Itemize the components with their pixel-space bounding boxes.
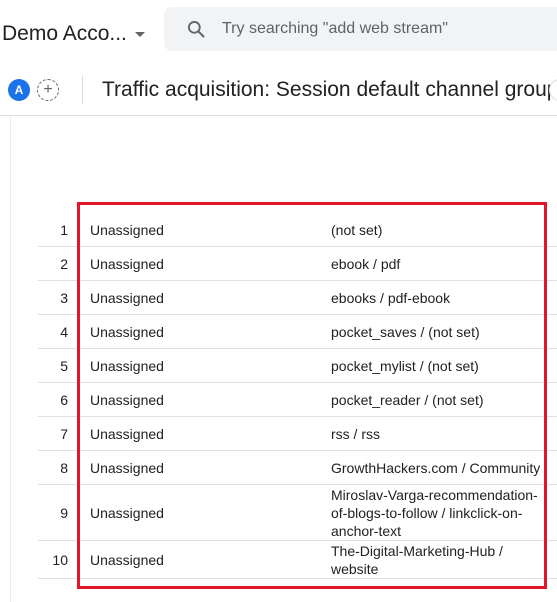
channel-cell: Unassigned [90,391,164,408]
row-index: 2 [60,255,68,272]
source-medium-cell: pocket_mylist / (not set) [331,357,479,374]
add-comparison-button[interactable]: + [37,79,59,101]
channel-cell: Unassigned [90,255,164,272]
table-row[interactable]: 4 Unassigned pocket_saves / (not set) [38,315,557,349]
table-row[interactable]: 8 Unassigned GrowthHackers.com / Communi… [38,451,557,485]
data-table: 1 Unassigned (not set) 2 Unassigned eboo… [38,213,557,579]
channel-cell: Unassigned [90,459,164,476]
row-index: 8 [60,459,68,476]
table-row[interactable]: 6 Unassigned pocket_reader / (not set) [38,383,557,417]
table-row[interactable]: 3 Unassigned ebooks / pdf-ebook [38,281,557,315]
table-row[interactable]: 10 Unassigned The-Digital-Marketing-Hub … [38,541,557,579]
source-medium-cell: GrowthHackers.com / Community [331,459,541,476]
row-index: 3 [60,289,68,306]
account-name: Demo Acco... [2,22,127,45]
comparison-avatar[interactable]: A [8,79,30,101]
row-index: 4 [60,323,68,340]
source-medium-cell: Miroslav-Varga-recommendation-of-blogs-t… [331,486,538,539]
source-medium-cell: pocket_saves / (not set) [331,323,480,340]
table-row[interactable]: 7 Unassigned rss / rss [38,417,557,451]
row-index: 6 [60,391,68,408]
page-title: Traffic acquisition: Session default cha… [102,78,557,101]
table-row[interactable]: 5 Unassigned pocket_mylist / (not set) [38,349,557,383]
channel-cell: Unassigned [90,504,164,521]
row-index: 7 [60,425,68,442]
source-medium-cell: rss / rss [331,425,380,442]
source-medium-cell: ebooks / pdf-ebook [331,289,451,306]
channel-cell: Unassigned [90,357,164,374]
channel-cell: Unassigned [90,551,164,568]
channel-cell: Unassigned [90,425,164,442]
search-input[interactable] [222,7,542,51]
row-index: 9 [60,504,68,521]
account-selector[interactable]: Demo Acco... [2,22,145,46]
report-header: A + Traffic acquisition: Session default… [0,66,557,116]
row-index: 5 [60,357,68,374]
source-medium-cell: pocket_reader / (not set) [331,391,484,408]
channel-cell: Unassigned [90,323,164,340]
channel-cell: Unassigned [90,221,164,238]
channel-cell: Unassigned [90,289,164,306]
table-row[interactable]: 2 Unassigned ebook / pdf [38,247,557,281]
source-medium-cell: ebook / pdf [331,255,401,272]
row-index: 10 [52,551,68,568]
row-index: 1 [60,221,68,238]
table-row[interactable]: 9 Unassigned Miroslav-Varga-recommendati… [38,485,557,541]
divider [82,76,83,104]
caret-down-icon [134,31,145,37]
source-medium-cell: (not set) [331,221,383,238]
source-medium-cell: The-Digital-Marketing-Hub / website [331,542,503,577]
search-icon[interactable] [186,19,206,39]
search-box[interactable] [164,7,557,51]
top-bar: Demo Acco... [0,0,557,66]
table-row[interactable]: 1 Unassigned (not set) [38,213,557,247]
